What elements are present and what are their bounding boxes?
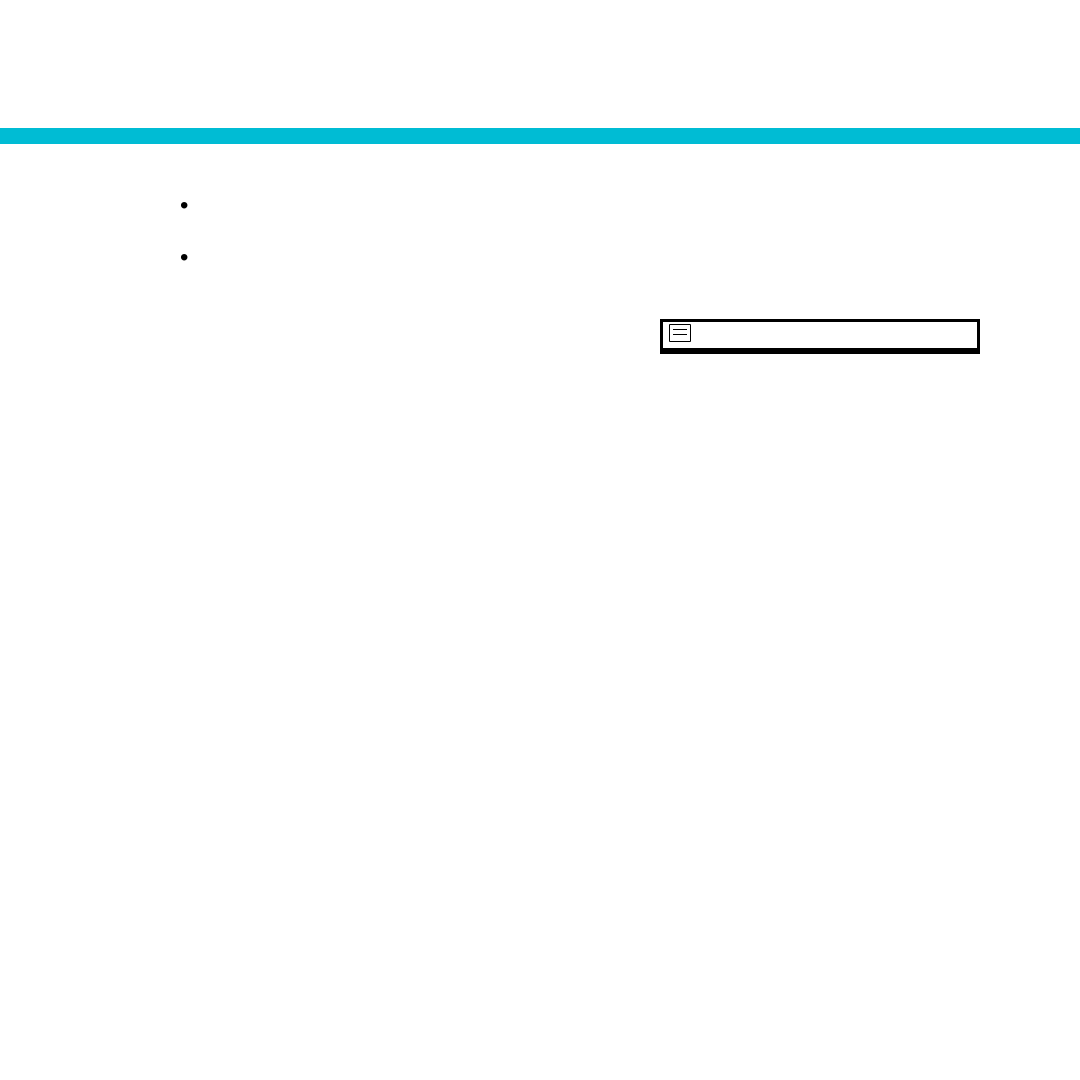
bullet-icon: • — [180, 242, 210, 274]
list-icon — [669, 324, 691, 342]
device-screen-figure — [660, 319, 980, 354]
steps-with-figure — [100, 317, 980, 354]
bullet-item: • — [180, 242, 980, 274]
bullet-icon: • — [180, 190, 210, 222]
document-page: • • — [0, 0, 1080, 1080]
bullet-item: • — [180, 190, 980, 222]
header-accent-bar — [0, 128, 1080, 144]
bullet-list: • • — [100, 190, 980, 275]
device-screen-title-row — [663, 322, 977, 351]
page-content: • • — [100, 190, 980, 358]
